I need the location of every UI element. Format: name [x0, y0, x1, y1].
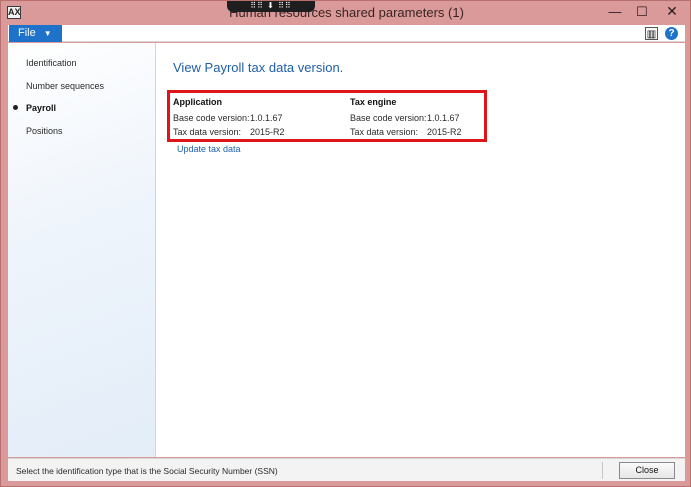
- sidebar-item-label: Identification: [26, 58, 77, 68]
- title-bar[interactable]: AX Human resources shared parameters (1)…: [1, 1, 691, 25]
- minimize-button[interactable]: —: [604, 4, 626, 20]
- status-divider: [602, 462, 603, 479]
- form-content: Identification Number sequences Payroll …: [8, 43, 685, 457]
- sidebar-item-payroll[interactable]: Payroll: [13, 103, 57, 113]
- maximize-button[interactable]: ☐: [631, 4, 653, 20]
- window-title: Human resources shared parameters (1): [229, 5, 464, 20]
- layout-icon[interactable]: ▥: [645, 27, 658, 40]
- main-panel: View Payroll tax data version. Applicati…: [157, 43, 685, 457]
- application-header: Application: [173, 97, 222, 107]
- application-tax-data-value: 2015-R2: [250, 127, 285, 137]
- ribbon-bar: File ▼ ▥ ?: [8, 25, 685, 42]
- active-bullet-icon: [13, 105, 18, 110]
- application-base-code-value: 1.0.1.67: [250, 113, 283, 123]
- grabber-handle-icon[interactable]: ⠿⠿ ⬇ ⠿⠿: [227, 1, 315, 12]
- chevron-down-icon: ▼: [43, 29, 52, 38]
- tax-engine-tax-data-value: 2015-R2: [427, 127, 462, 137]
- tax-engine-base-code-label: Base code version:: [350, 113, 427, 123]
- close-window-button[interactable]: ✕: [657, 4, 687, 20]
- tax-engine-tax-data-label: Tax data version:: [350, 127, 419, 137]
- sidebar-item-label: Payroll: [26, 103, 57, 113]
- sidebar-item-label: Number sequences: [26, 81, 105, 91]
- page-title: View Payroll tax data version.: [173, 60, 344, 75]
- tax-engine-base-code-value: 1.0.1.67: [427, 113, 460, 123]
- sidebar-item-label: Positions: [26, 126, 63, 136]
- status-help-text: Select the identification type that is t…: [16, 466, 278, 476]
- update-tax-data-link[interactable]: Update tax data: [177, 144, 241, 154]
- sidebar-nav: Identification Number sequences Payroll …: [8, 43, 156, 457]
- application-base-code-label: Base code version:: [173, 113, 250, 123]
- window-frame: AX Human resources shared parameters (1)…: [0, 0, 691, 487]
- application-tax-data-label: Tax data version:: [173, 127, 242, 137]
- sidebar-item-positions[interactable]: Positions: [26, 126, 63, 136]
- sidebar-item-identification[interactable]: Identification: [26, 58, 77, 68]
- file-menu-button[interactable]: File ▼: [9, 25, 62, 42]
- help-icon[interactable]: ?: [665, 27, 678, 40]
- close-button[interactable]: Close: [619, 462, 675, 479]
- tax-engine-header: Tax engine: [350, 97, 397, 107]
- file-menu-label: File: [18, 27, 36, 39]
- sidebar-item-number-sequences[interactable]: Number sequences: [26, 81, 104, 91]
- status-bar: Select the identification type that is t…: [8, 458, 685, 481]
